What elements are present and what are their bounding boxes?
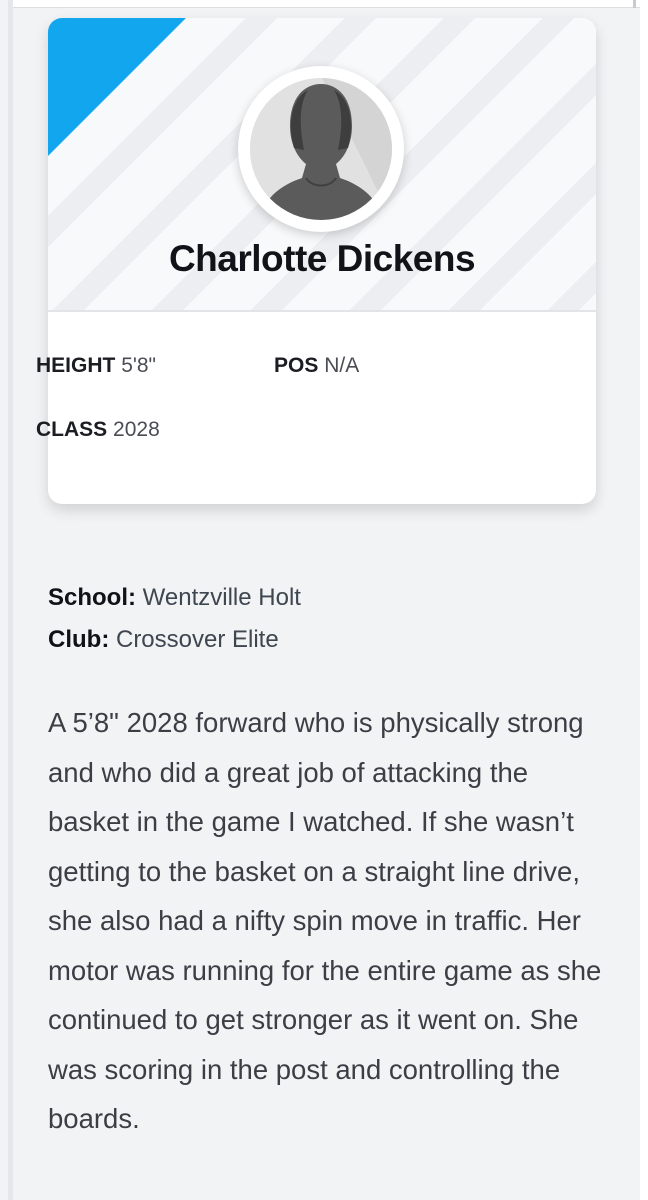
club-line: Club: Crossover Elite xyxy=(48,626,279,654)
club-label: Club: xyxy=(48,626,110,653)
stat-height-label: HEIGHT xyxy=(36,354,116,377)
player-name: Charlotte Dickens xyxy=(168,238,476,279)
stat-class-label: CLASS xyxy=(36,418,108,441)
player-bio: A 5’8" 2028 forward who is physically st… xyxy=(48,707,602,1134)
school-value: Wentzville Holt xyxy=(142,584,301,611)
player-card-header: Charlotte Dickens xyxy=(48,18,596,312)
stat-height-value: 5'8" xyxy=(121,354,157,377)
stat-position-label: POS xyxy=(274,354,319,377)
stat-height: HEIGHT 5'8" xyxy=(36,354,156,378)
corner-mark xyxy=(633,0,636,8)
stat-class-value: 2028 xyxy=(113,418,160,441)
accent-corner xyxy=(48,18,186,156)
left-border xyxy=(8,0,13,1200)
top-divider xyxy=(13,0,640,8)
stat-position-value: N/A xyxy=(324,354,360,377)
club-value: Crossover Elite xyxy=(115,626,279,653)
right-border xyxy=(640,0,648,1200)
stat-position: POS N/A xyxy=(274,354,359,378)
school-line: School: Wentzville Holt xyxy=(48,584,301,612)
school-label: School: xyxy=(48,584,136,611)
avatar xyxy=(238,66,404,232)
stat-class: CLASS 2028 xyxy=(36,418,160,442)
female-silhouette-icon xyxy=(250,78,392,220)
